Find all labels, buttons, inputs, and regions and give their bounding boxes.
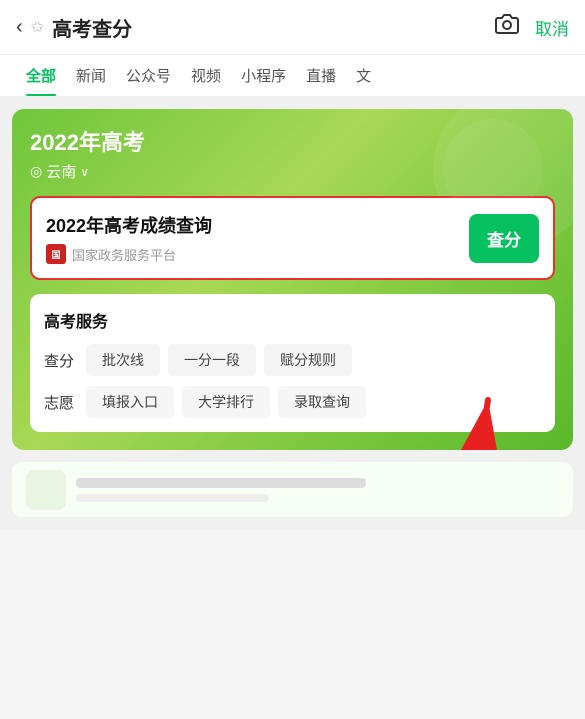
page-title: 高考查分 — [52, 13, 132, 42]
service-tag-rank[interactable]: 大学排行 — [182, 386, 270, 418]
tab-all[interactable]: 全部 — [16, 55, 66, 96]
location-pin-icon: ◎ — [30, 163, 42, 180]
location-name: 云南 — [46, 161, 76, 182]
result-source: 国 国家政务服务平台 — [46, 244, 469, 264]
service-tag-batch[interactable]: 批次线 — [86, 344, 160, 376]
top-bar-left: ‹ ✩ 高考查分 — [16, 13, 132, 42]
result-box: 2022年高考成绩查询 国 国家政务服务平台 查分 — [30, 196, 555, 280]
tab-live[interactable]: 直播 — [296, 55, 346, 96]
tab-public[interactable]: 公众号 — [116, 55, 181, 96]
tabs-bar: 全部 新闻 公众号 视频 小程序 直播 文 — [0, 55, 585, 97]
bottom-card-text — [76, 478, 559, 502]
top-bar-right: 取消 — [495, 12, 569, 42]
source-logo-icon: 国 — [46, 244, 66, 264]
service-tags-1: 批次线 一分一段 赋分规则 — [86, 344, 352, 376]
camera-icon[interactable] — [495, 12, 519, 42]
service-tag-admit[interactable]: 录取查询 — [278, 386, 366, 418]
services-row-2: 志愿 填报入口 大学排行 录取查询 — [44, 386, 541, 418]
service-tag-fill[interactable]: 填报入口 — [86, 386, 174, 418]
query-button[interactable]: 查分 — [469, 214, 539, 263]
star-icon[interactable]: ✩ — [31, 17, 44, 37]
row-label-1: 查分 — [44, 350, 76, 371]
tab-video[interactable]: 视频 — [181, 55, 231, 96]
bottom-card-icon — [26, 470, 66, 510]
service-tags-2: 填报入口 大学排行 录取查询 — [86, 386, 366, 418]
services-section: 高考服务 查分 批次线 一分一段 赋分规则 志愿 填报入口 大学排行 — [30, 294, 555, 432]
back-icon[interactable]: ‹ — [16, 17, 23, 37]
top-bar: ‹ ✩ 高考查分 取消 — [0, 0, 585, 55]
source-name: 国家政务服务平台 — [72, 245, 176, 264]
green-card: 2022年高考 ◎ 云南 ∨ 2022年高考成绩查询 国 国家政务服务平台 — [12, 109, 573, 450]
service-tag-rules[interactable]: 赋分规则 — [264, 344, 352, 376]
card-location[interactable]: ◎ 云南 ∨ — [30, 161, 555, 182]
tab-miniapp[interactable]: 小程序 — [231, 55, 296, 96]
bottom-card — [12, 462, 573, 517]
result-text-group: 2022年高考成绩查询 国 国家政务服务平台 — [46, 212, 469, 264]
bottom-card-line2 — [76, 494, 269, 502]
card-year: 2022年高考 — [30, 125, 555, 157]
svg-text:国: 国 — [51, 250, 60, 260]
tab-news[interactable]: 新闻 — [66, 55, 116, 96]
services-title: 高考服务 — [44, 308, 541, 332]
location-dropdown-icon: ∨ — [80, 165, 89, 179]
main-content: 2022年高考 ◎ 云南 ∨ 2022年高考成绩查询 国 国家政务服务平台 — [0, 97, 585, 529]
row-label-2: 志愿 — [44, 392, 76, 413]
bottom-card-line1 — [76, 478, 366, 488]
service-tag-onescore[interactable]: 一分一段 — [168, 344, 256, 376]
result-title: 2022年高考成绩查询 — [46, 212, 469, 238]
tab-more[interactable]: 文 — [346, 55, 381, 96]
services-row-1: 查分 批次线 一分一段 赋分规则 — [44, 344, 541, 376]
cancel-button[interactable]: 取消 — [535, 15, 569, 40]
services-grid: 查分 批次线 一分一段 赋分规则 志愿 填报入口 大学排行 录取查询 — [44, 344, 541, 418]
